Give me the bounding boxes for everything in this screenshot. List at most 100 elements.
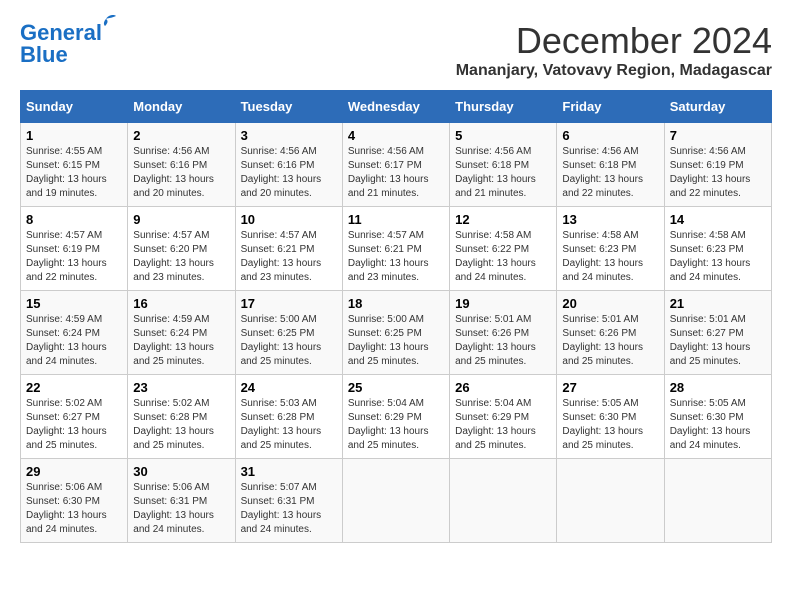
calendar-cell: 22 Sunrise: 5:02 AM Sunset: 6:27 PM Dayl… — [21, 375, 128, 459]
day-number: 1 — [26, 128, 122, 143]
calendar-cell: 28 Sunrise: 5:05 AM Sunset: 6:30 PM Dayl… — [664, 375, 771, 459]
day-number: 10 — [241, 212, 337, 227]
day-number: 21 — [670, 296, 766, 311]
day-info: Sunrise: 5:01 AM Sunset: 6:26 PM Dayligh… — [562, 313, 658, 369]
day-info: Sunrise: 5:06 AM Sunset: 6:30 PM Dayligh… — [26, 481, 122, 537]
day-info: Sunrise: 4:59 AM Sunset: 6:24 PM Dayligh… — [133, 313, 229, 369]
calendar-cell — [450, 459, 557, 543]
day-info: Sunrise: 4:56 AM Sunset: 6:18 PM Dayligh… — [455, 145, 551, 201]
calendar-cell: 24 Sunrise: 5:03 AM Sunset: 6:28 PM Dayl… — [235, 375, 342, 459]
day-number: 24 — [241, 380, 337, 395]
logo-bird-icon — [98, 12, 120, 34]
day-number: 15 — [26, 296, 122, 311]
day-number: 3 — [241, 128, 337, 143]
calendar-table: SundayMondayTuesdayWednesdayThursdayFrid… — [20, 90, 772, 543]
calendar-cell: 14 Sunrise: 4:58 AM Sunset: 6:23 PM Dayl… — [664, 207, 771, 291]
day-number: 29 — [26, 464, 122, 479]
day-info: Sunrise: 4:56 AM Sunset: 6:19 PM Dayligh… — [670, 145, 766, 201]
day-number: 22 — [26, 380, 122, 395]
calendar-cell: 26 Sunrise: 5:04 AM Sunset: 6:29 PM Dayl… — [450, 375, 557, 459]
day-number: 20 — [562, 296, 658, 311]
calendar-cell: 13 Sunrise: 4:58 AM Sunset: 6:23 PM Dayl… — [557, 207, 664, 291]
day-info: Sunrise: 4:58 AM Sunset: 6:23 PM Dayligh… — [670, 229, 766, 285]
day-number: 8 — [26, 212, 122, 227]
day-info: Sunrise: 5:00 AM Sunset: 6:25 PM Dayligh… — [348, 313, 444, 369]
day-number: 2 — [133, 128, 229, 143]
day-info: Sunrise: 5:06 AM Sunset: 6:31 PM Dayligh… — [133, 481, 229, 537]
day-info: Sunrise: 5:04 AM Sunset: 6:29 PM Dayligh… — [455, 397, 551, 453]
calendar-cell: 25 Sunrise: 5:04 AM Sunset: 6:29 PM Dayl… — [342, 375, 449, 459]
calendar-cell: 17 Sunrise: 5:00 AM Sunset: 6:25 PM Dayl… — [235, 291, 342, 375]
day-number: 11 — [348, 212, 444, 227]
day-info: Sunrise: 4:57 AM Sunset: 6:19 PM Dayligh… — [26, 229, 122, 285]
day-number: 27 — [562, 380, 658, 395]
week-row-3: 15 Sunrise: 4:59 AM Sunset: 6:24 PM Dayl… — [21, 291, 772, 375]
day-info: Sunrise: 4:57 AM Sunset: 6:20 PM Dayligh… — [133, 229, 229, 285]
day-number: 14 — [670, 212, 766, 227]
calendar-cell: 8 Sunrise: 4:57 AM Sunset: 6:19 PM Dayli… — [21, 207, 128, 291]
calendar-cell — [342, 459, 449, 543]
day-number: 13 — [562, 212, 658, 227]
day-info: Sunrise: 4:56 AM Sunset: 6:18 PM Dayligh… — [562, 145, 658, 201]
day-info: Sunrise: 5:05 AM Sunset: 6:30 PM Dayligh… — [562, 397, 658, 453]
day-number: 17 — [241, 296, 337, 311]
week-row-2: 8 Sunrise: 4:57 AM Sunset: 6:19 PM Dayli… — [21, 207, 772, 291]
calendar-cell: 21 Sunrise: 5:01 AM Sunset: 6:27 PM Dayl… — [664, 291, 771, 375]
month-title: December 2024 — [456, 20, 772, 62]
calendar-cell: 30 Sunrise: 5:06 AM Sunset: 6:31 PM Dayl… — [128, 459, 235, 543]
day-info: Sunrise: 4:58 AM Sunset: 6:22 PM Dayligh… — [455, 229, 551, 285]
weekday-header-thursday: Thursday — [450, 91, 557, 123]
day-number: 5 — [455, 128, 551, 143]
logo: General Blue — [20, 20, 102, 68]
calendar-cell: 19 Sunrise: 5:01 AM Sunset: 6:26 PM Dayl… — [450, 291, 557, 375]
calendar-cell: 23 Sunrise: 5:02 AM Sunset: 6:28 PM Dayl… — [128, 375, 235, 459]
calendar-cell: 10 Sunrise: 4:57 AM Sunset: 6:21 PM Dayl… — [235, 207, 342, 291]
calendar-cell: 31 Sunrise: 5:07 AM Sunset: 6:31 PM Dayl… — [235, 459, 342, 543]
day-number: 18 — [348, 296, 444, 311]
day-info: Sunrise: 4:56 AM Sunset: 6:16 PM Dayligh… — [241, 145, 337, 201]
day-info: Sunrise: 5:02 AM Sunset: 6:27 PM Dayligh… — [26, 397, 122, 453]
day-number: 16 — [133, 296, 229, 311]
weekday-header-saturday: Saturday — [664, 91, 771, 123]
weekday-header-friday: Friday — [557, 91, 664, 123]
day-number: 7 — [670, 128, 766, 143]
day-info: Sunrise: 5:02 AM Sunset: 6:28 PM Dayligh… — [133, 397, 229, 453]
day-number: 4 — [348, 128, 444, 143]
day-number: 23 — [133, 380, 229, 395]
calendar-cell: 16 Sunrise: 4:59 AM Sunset: 6:24 PM Dayl… — [128, 291, 235, 375]
calendar-cell — [557, 459, 664, 543]
week-row-1: 1 Sunrise: 4:55 AM Sunset: 6:15 PM Dayli… — [21, 123, 772, 207]
location-title: Mananjary, Vatovavy Region, Madagascar — [456, 62, 772, 80]
day-info: Sunrise: 4:55 AM Sunset: 6:15 PM Dayligh… — [26, 145, 122, 201]
day-number: 19 — [455, 296, 551, 311]
day-info: Sunrise: 4:56 AM Sunset: 6:17 PM Dayligh… — [348, 145, 444, 201]
title-section: December 2024 Mananjary, Vatovavy Region… — [456, 20, 772, 80]
week-row-5: 29 Sunrise: 5:06 AM Sunset: 6:30 PM Dayl… — [21, 459, 772, 543]
weekday-header-sunday: Sunday — [21, 91, 128, 123]
calendar-cell — [664, 459, 771, 543]
calendar-cell: 9 Sunrise: 4:57 AM Sunset: 6:20 PM Dayli… — [128, 207, 235, 291]
day-info: Sunrise: 5:07 AM Sunset: 6:31 PM Dayligh… — [241, 481, 337, 537]
day-number: 9 — [133, 212, 229, 227]
day-info: Sunrise: 5:01 AM Sunset: 6:27 PM Dayligh… — [670, 313, 766, 369]
day-info: Sunrise: 4:58 AM Sunset: 6:23 PM Dayligh… — [562, 229, 658, 285]
calendar-cell: 6 Sunrise: 4:56 AM Sunset: 6:18 PM Dayli… — [557, 123, 664, 207]
day-info: Sunrise: 4:57 AM Sunset: 6:21 PM Dayligh… — [241, 229, 337, 285]
calendar-cell: 27 Sunrise: 5:05 AM Sunset: 6:30 PM Dayl… — [557, 375, 664, 459]
calendar-cell: 2 Sunrise: 4:56 AM Sunset: 6:16 PM Dayli… — [128, 123, 235, 207]
day-info: Sunrise: 4:59 AM Sunset: 6:24 PM Dayligh… — [26, 313, 122, 369]
day-info: Sunrise: 5:00 AM Sunset: 6:25 PM Dayligh… — [241, 313, 337, 369]
header: General Blue December 2024 Mananjary, Va… — [20, 20, 772, 80]
calendar-cell: 15 Sunrise: 4:59 AM Sunset: 6:24 PM Dayl… — [21, 291, 128, 375]
day-number: 25 — [348, 380, 444, 395]
weekday-header-tuesday: Tuesday — [235, 91, 342, 123]
day-info: Sunrise: 5:04 AM Sunset: 6:29 PM Dayligh… — [348, 397, 444, 453]
day-info: Sunrise: 4:56 AM Sunset: 6:16 PM Dayligh… — [133, 145, 229, 201]
calendar-cell: 11 Sunrise: 4:57 AM Sunset: 6:21 PM Dayl… — [342, 207, 449, 291]
day-number: 12 — [455, 212, 551, 227]
calendar-cell: 4 Sunrise: 4:56 AM Sunset: 6:17 PM Dayli… — [342, 123, 449, 207]
calendar-cell: 3 Sunrise: 4:56 AM Sunset: 6:16 PM Dayli… — [235, 123, 342, 207]
week-row-4: 22 Sunrise: 5:02 AM Sunset: 6:27 PM Dayl… — [21, 375, 772, 459]
weekday-header-wednesday: Wednesday — [342, 91, 449, 123]
calendar-cell: 18 Sunrise: 5:00 AM Sunset: 6:25 PM Dayl… — [342, 291, 449, 375]
